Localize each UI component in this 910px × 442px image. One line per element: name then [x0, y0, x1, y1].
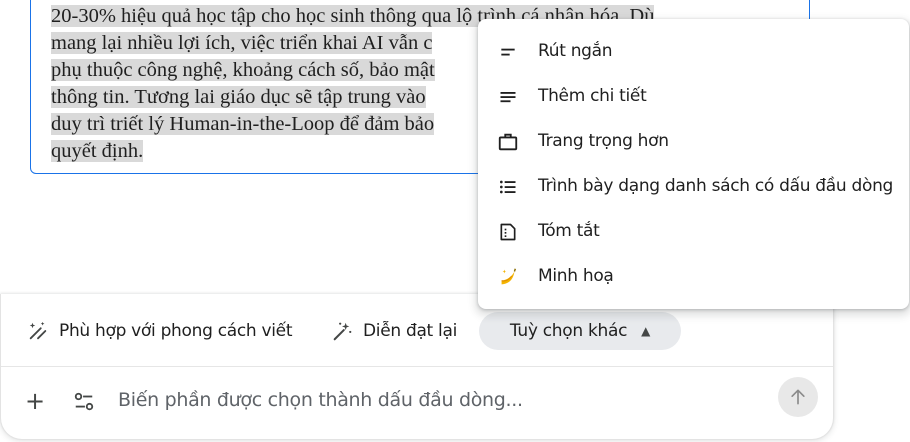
assist-panel: Phù hợp với phong cách viết Diễn đạt lại… — [0, 294, 834, 440]
magic-wand-icon — [333, 322, 352, 341]
send-button[interactable] — [778, 377, 818, 417]
more-options-button[interactable]: Tuỳ chọn khác ▲ — [479, 312, 681, 350]
menu-item-formal[interactable]: Trang trọng hơn — [478, 119, 909, 164]
rephrase-button[interactable]: Diễn đạt lại — [331, 312, 457, 350]
prompt-input-row: + Biến phần được chọn thành dấu đầu dòng… — [1, 367, 833, 439]
menu-item-label: Trình bày dạng danh sách có dấu đầu dòng — [538, 176, 894, 196]
prompt-input[interactable]: Biến phần được chọn thành dấu đầu dòng..… — [118, 389, 523, 411]
menu-item-label: Rút ngắn — [538, 41, 613, 61]
match-style-button[interactable]: Phù hợp với phong cách viết — [27, 312, 293, 350]
arrow-up-icon — [791, 389, 805, 405]
briefcase-icon — [496, 130, 520, 154]
menu-item-label: Trang trọng hơn — [538, 131, 669, 151]
match-style-label: Phù hợp với phong cách viết — [59, 321, 293, 341]
menu-item-shorten[interactable]: Rút ngắn — [478, 29, 909, 74]
banana-icon — [496, 265, 520, 289]
short-text-icon — [496, 40, 520, 64]
more-options-label: Tuỳ chọn khác — [509, 321, 628, 341]
bulleted-list-icon — [496, 175, 520, 199]
summary-icon — [496, 220, 520, 244]
menu-item-illustrate[interactable]: Minh hoạ — [478, 254, 909, 299]
magic-pen-icon — [29, 321, 47, 340]
more-options-menu: Rút ngắn Thêm chi tiết Trang trọng hơn T… — [478, 19, 909, 309]
menu-item-bullets[interactable]: Trình bày dạng danh sách có dấu đầu dòng — [478, 164, 909, 209]
notes-icon — [496, 85, 520, 109]
caret-up-icon: ▲ — [641, 324, 651, 338]
add-icon[interactable]: + — [25, 389, 45, 413]
rephrase-label: Diễn đạt lại — [363, 321, 457, 341]
menu-item-label: Minh hoạ — [538, 266, 614, 286]
menu-item-label: Thêm chi tiết — [538, 86, 647, 106]
menu-item-elaborate[interactable]: Thêm chi tiết — [478, 74, 909, 119]
menu-item-label: Tóm tắt — [538, 221, 600, 241]
tune-icon[interactable] — [73, 391, 95, 413]
menu-item-summarize[interactable]: Tóm tắt — [478, 209, 909, 254]
